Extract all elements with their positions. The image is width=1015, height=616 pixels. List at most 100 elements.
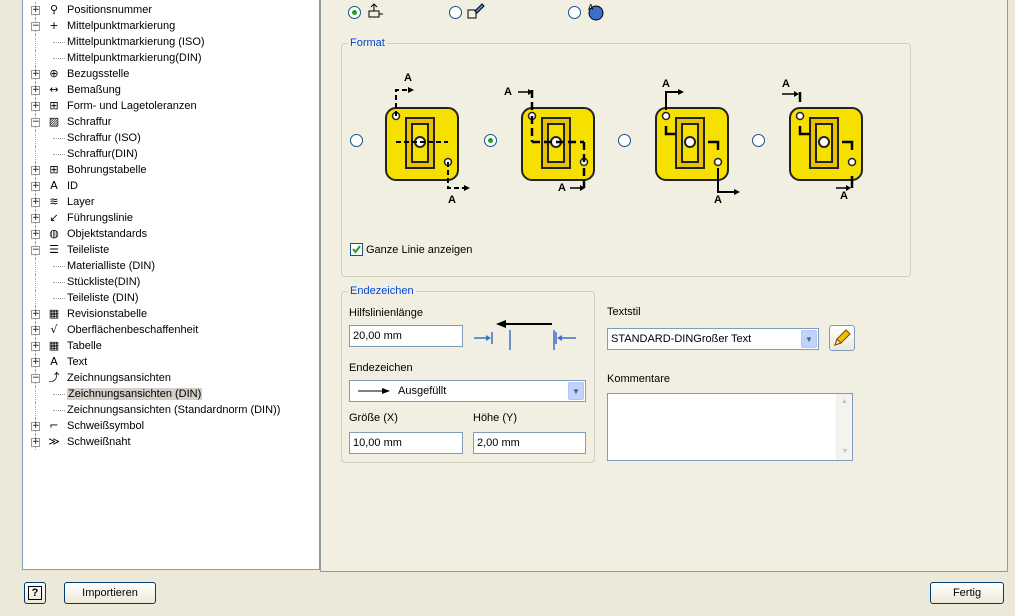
tree-item[interactable]: − ▨ Schraffur [23,114,319,130]
svg-text:A: A [588,3,594,12]
tree-item[interactable]: + A Text [23,354,319,370]
tree-item-label: Tabelle [67,340,102,352]
tree-item[interactable]: + ▦ Tabelle [23,338,319,354]
tree-item[interactable]: + ⊞ Form- und Lagetoleranzen [23,98,319,114]
format-3-letter-bottom: A [714,194,722,206]
collapse-icon[interactable]: − [31,246,40,255]
tree-guide-line [53,58,65,59]
expand-icon[interactable]: + [31,182,40,191]
expand-icon[interactable]: + [31,198,40,207]
tree-item-label: Mittelpunktmarkierung(DIN) [67,52,202,64]
format-radio-3[interactable] [618,134,631,147]
tree-item[interactable]: Teileliste (DIN) [23,290,319,306]
tree-item[interactable]: Zeichnungsansichten (DIN) [23,386,319,402]
tree-item[interactable]: Mittelpunktmarkierung(DIN) [23,50,319,66]
scroll-down-icon[interactable]: ▼ [837,444,853,460]
extension-length-input[interactable]: 20,00 mm [349,325,463,347]
view-label-radio-3[interactable] [568,6,581,19]
expand-icon[interactable]: + [31,342,40,351]
tree-item[interactable]: + ⊞ Bohrungstabelle [23,162,319,178]
format-4-letter-bottom: A [840,190,848,202]
expand-icon[interactable]: + [31,438,40,447]
id-icon: A [50,179,58,192]
expand-icon[interactable]: + [31,326,40,335]
format-radio-2[interactable] [484,134,497,147]
extension-preview-icon [472,318,582,352]
expand-icon[interactable]: + [31,166,40,175]
tree-item[interactable]: Stückliste(DIN) [23,274,319,290]
tree-item[interactable]: + ⊕ Bezugsstelle [23,66,319,82]
tree-item[interactable]: + ⚲ Positionsnummer [23,2,319,18]
chevron-down-icon[interactable]: ▼ [801,330,817,348]
tree-item[interactable]: + ↔ Bemaßung [23,82,319,98]
format-2-letter-bottom: A [558,182,566,194]
tree-item[interactable]: + ↙ Führungslinie [23,210,319,226]
tree-guide-line [35,34,36,50]
tree-item[interactable]: + A ID [23,178,319,194]
expand-icon[interactable]: + [31,70,40,79]
tree-item[interactable]: Mittelpunktmarkierung (ISO) [23,34,319,50]
view-label-option-2-icon [466,2,486,20]
text-style-select[interactable]: STANDARD-DINGroßer Text ▼ [607,328,819,350]
tree-item-label: Oberflächenbeschaffenheit [67,324,199,336]
comments-scrollbar[interactable]: ▲ ▼ [836,394,852,460]
tree-item-label: Bezugsstelle [67,68,130,80]
expand-icon[interactable]: + [31,310,40,319]
expand-icon[interactable]: + [31,422,40,431]
tree-item[interactable]: − ⤴ Zeichnungsansichten [23,370,319,386]
tree-item[interactable]: + ≫ Schweißnaht [23,434,319,450]
comments-label: Kommentare [607,373,670,385]
import-button[interactable]: Importieren [64,582,156,604]
collapse-icon[interactable]: − [31,22,40,31]
datum-icon: ⊕ [49,67,59,80]
expand-icon[interactable]: + [31,214,40,223]
tree-item[interactable]: − + Mittelpunktmarkierung [23,18,319,34]
tree-item[interactable]: Zeichnungsansichten (Standardnorm (DIN)) [23,402,319,418]
pencil-icon [834,329,851,346]
tree-guide-line [35,258,36,274]
terminator-select[interactable]: Ausgefüllt ▼ [349,380,586,402]
edit-text-style-button[interactable] [829,325,855,351]
view-label-radio-1[interactable] [348,6,361,19]
tree-item[interactable]: + ▦ Revisionstabelle [23,306,319,322]
height-y-input[interactable]: 2,00 mm [473,432,586,454]
tree-item[interactable]: + ⌐ Schweißsymbol [23,418,319,434]
size-x-input[interactable]: 10,00 mm [349,432,463,454]
show-full-line-checkbox[interactable] [350,243,363,256]
tree-item[interactable]: Materialliste (DIN) [23,258,319,274]
tree-item[interactable]: + √ Oberflächenbeschaffenheit [23,322,319,338]
style-tree[interactable]: + ⚲ Positionsnummer − + Mittelpunktmarkierung… [22,0,320,570]
filled-arrow-icon [356,386,392,396]
expand-icon[interactable]: + [31,86,40,95]
tree-item[interactable]: + ≋ Layer [23,194,319,210]
format-2-letter-top: A [504,86,512,98]
format-option-4-graphic: A A [768,70,878,210]
collapse-icon[interactable]: − [31,374,40,383]
done-button[interactable]: Fertig [930,582,1004,604]
tree-item[interactable]: − ☰ Teileliste [23,242,319,258]
help-button[interactable]: ? [24,582,46,604]
tree-item[interactable]: Schraffur(DIN) [23,146,319,162]
collapse-icon[interactable]: − [31,118,40,127]
expand-icon[interactable]: + [31,230,40,239]
tree-item-label: Bohrungstabelle [67,164,147,176]
view-label-option-1-icon [365,3,385,21]
expand-icon[interactable]: + [31,102,40,111]
chevron-down-icon[interactable]: ▼ [568,382,584,400]
expand-icon[interactable]: + [31,6,40,15]
view-label-radio-2[interactable] [449,6,462,19]
format-radio-1[interactable] [350,134,363,147]
tree-item-label: Teileliste (DIN) [67,292,139,304]
tree-item[interactable]: + ◍ Objektstandards [23,226,319,242]
tree-item-label: Text [67,356,88,368]
extension-length-label: Hilfslinienlänge [349,307,423,319]
tolerance-icon: ⊞ [49,99,59,112]
format-radio-4[interactable] [752,134,765,147]
format-3-letter-top: A [662,78,670,90]
comments-textarea[interactable]: ▲ ▼ [607,393,853,461]
tree-item-label: Mittelpunktmarkierung [67,20,176,32]
tree-guide-line [53,138,65,139]
expand-icon[interactable]: + [31,358,40,367]
scroll-up-icon[interactable]: ▲ [837,394,852,410]
tree-item[interactable]: Schraffur (ISO) [23,130,319,146]
